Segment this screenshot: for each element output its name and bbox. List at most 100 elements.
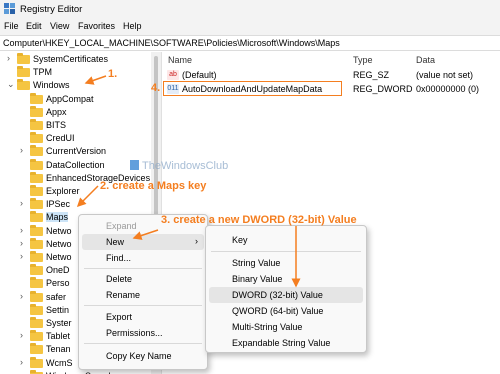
tree-item[interactable]: › CurrentVersion bbox=[0, 145, 150, 158]
folder-icon bbox=[30, 303, 43, 315]
chevron-right-icon[interactable]: › bbox=[20, 198, 28, 208]
folder-icon bbox=[30, 264, 43, 276]
tree-item[interactable]: › IPSec bbox=[0, 198, 150, 211]
submenu-item-string-value[interactable]: String Value bbox=[206, 255, 366, 271]
value-type: REG_SZ bbox=[353, 70, 390, 80]
tree-item-label: safer bbox=[46, 291, 67, 302]
chevron-right-icon[interactable]: › bbox=[20, 238, 28, 248]
submenu-item-key[interactable]: Key bbox=[206, 232, 366, 248]
chevron-right-icon[interactable]: › bbox=[20, 145, 28, 155]
chevron-right-icon[interactable]: › bbox=[20, 251, 28, 261]
annotation-step4: 4. bbox=[151, 82, 161, 94]
folder-icon bbox=[30, 132, 43, 144]
folder-icon bbox=[30, 211, 43, 223]
address-bar[interactable]: Computer\HKEY_LOCAL_MACHINE\SOFTWARE\Pol… bbox=[0, 35, 500, 51]
tree-item-label: Windows bbox=[33, 80, 70, 91]
menu-help[interactable]: Help bbox=[123, 21, 142, 31]
submenu-item-dword-value[interactable]: DWORD (32-bit) Value bbox=[209, 287, 363, 303]
tree-item-label: Explorer bbox=[46, 186, 80, 196]
registry-editor-icon bbox=[4, 3, 15, 14]
tree-item-label: Netwo bbox=[46, 225, 72, 236]
new-submenu: Key String Value Binary Value DWORD (32-… bbox=[205, 225, 367, 353]
watermark: TheWindowsClub bbox=[130, 160, 228, 172]
folder-icon bbox=[30, 119, 43, 130]
tree-item-label: Perso bbox=[46, 278, 70, 289]
tree-item-label: Syster bbox=[46, 318, 72, 328]
tree-item[interactable]: › SystemCertificates bbox=[0, 53, 150, 66]
tree-item-label: CredUI bbox=[46, 133, 75, 144]
window-title: Registry Editor bbox=[20, 4, 83, 15]
folder-icon bbox=[30, 343, 43, 355]
value-type: REG_DWORD bbox=[353, 84, 413, 94]
tree-item-label: BITS bbox=[46, 120, 67, 130]
tree-item-label: CurrentVersion bbox=[46, 146, 107, 157]
menu-item-copy-key-name[interactable]: Copy Key Name bbox=[79, 348, 207, 364]
menu-view[interactable]: View bbox=[50, 21, 69, 31]
folder-icon bbox=[30, 158, 43, 170]
folder-icon bbox=[30, 171, 43, 183]
folder-icon bbox=[30, 105, 43, 117]
submenu-item-expandable-string-value[interactable]: Expandable String Value bbox=[206, 335, 366, 351]
folder-icon bbox=[30, 317, 43, 328]
tree-item-label: Maps bbox=[46, 212, 69, 223]
tree-item-label: DataCollection bbox=[46, 159, 105, 170]
tree-item-label: Netwo bbox=[46, 238, 72, 249]
menu-separator bbox=[84, 268, 202, 269]
tree-item[interactable]: TPM bbox=[0, 66, 150, 79]
tree-item-label: Tenan bbox=[46, 344, 71, 355]
menu-item-find[interactable]: Find... bbox=[79, 250, 207, 266]
menu-favorites[interactable]: Favorites bbox=[78, 21, 115, 31]
address-path: Computer\HKEY_LOCAL_MACHINE\SOFTWARE\Pol… bbox=[3, 38, 340, 48]
folder-icon bbox=[30, 290, 43, 302]
menu-bar: File Edit View Favorites Help bbox=[0, 18, 500, 35]
chevron-right-icon[interactable]: › bbox=[7, 53, 15, 63]
column-header-name[interactable]: Name bbox=[168, 55, 192, 65]
value-data: 0x00000000 (0) bbox=[416, 84, 480, 94]
folder-icon bbox=[30, 237, 43, 249]
menu-separator bbox=[84, 305, 202, 306]
tree-item[interactable]: DataCollection bbox=[0, 158, 150, 172]
tree-item[interactable]: CredUI bbox=[0, 132, 150, 145]
tree-item[interactable]: AppCompat bbox=[0, 92, 150, 106]
submenu-item-multi-string-value[interactable]: Multi-String Value bbox=[206, 319, 366, 335]
chevron-right-icon[interactable]: › bbox=[20, 330, 28, 340]
tree-item[interactable]: Appx bbox=[0, 105, 150, 119]
menu-item-permissions[interactable]: Permissions... bbox=[79, 325, 207, 341]
tree-item-label: IPSec bbox=[46, 199, 71, 210]
folder-icon bbox=[30, 92, 43, 104]
folder-icon bbox=[30, 251, 43, 262]
chevron-right-icon: › bbox=[195, 236, 198, 246]
annotation-step1: 1. bbox=[108, 68, 118, 80]
menu-item-new[interactable]: New › bbox=[82, 234, 204, 250]
context-menu: Expand New › Find... Delete Rename Export… bbox=[78, 214, 208, 370]
folder-icon bbox=[30, 277, 43, 289]
tree-item-label: SystemCertificates bbox=[33, 54, 109, 64]
column-header-data[interactable]: Data bbox=[416, 55, 435, 65]
tree-item[interactable]: ⌄ Windows bbox=[0, 79, 150, 92]
menu-edit[interactable]: Edit bbox=[26, 21, 42, 31]
tree-item-label: Tablet bbox=[46, 331, 71, 342]
new-value-highlight bbox=[163, 81, 342, 96]
tree-item-label: AppCompat bbox=[46, 93, 94, 104]
menu-item-delete[interactable]: Delete bbox=[79, 271, 207, 287]
tree-item-label: TPM bbox=[33, 67, 52, 78]
chevron-right-icon[interactable]: › bbox=[20, 225, 28, 235]
chevron-right-icon[interactable]: › bbox=[20, 291, 28, 301]
submenu-item-qword-value[interactable]: QWORD (64-bit) Value bbox=[206, 303, 366, 319]
folder-icon bbox=[30, 145, 43, 157]
watermark-logo-icon bbox=[130, 160, 139, 170]
submenu-item-binary-value[interactable]: Binary Value bbox=[206, 271, 366, 287]
chevron-down-icon[interactable]: ⌄ bbox=[7, 79, 15, 90]
value-name: (Default) bbox=[182, 70, 217, 80]
tree-item[interactable]: BITS bbox=[0, 119, 150, 132]
menu-file[interactable]: File bbox=[4, 21, 19, 31]
column-header-type[interactable]: Type bbox=[353, 55, 373, 65]
chevron-right-icon[interactable]: › bbox=[20, 357, 28, 367]
tree-item-label: Appx bbox=[46, 106, 67, 117]
folder-icon bbox=[30, 224, 43, 236]
folder-icon bbox=[17, 66, 30, 78]
title-bar: Registry Editor bbox=[0, 0, 500, 18]
menu-item-rename[interactable]: Rename bbox=[79, 287, 207, 303]
watermark-text: TheWindowsClub bbox=[142, 160, 229, 172]
menu-item-export[interactable]: Export bbox=[79, 309, 207, 325]
